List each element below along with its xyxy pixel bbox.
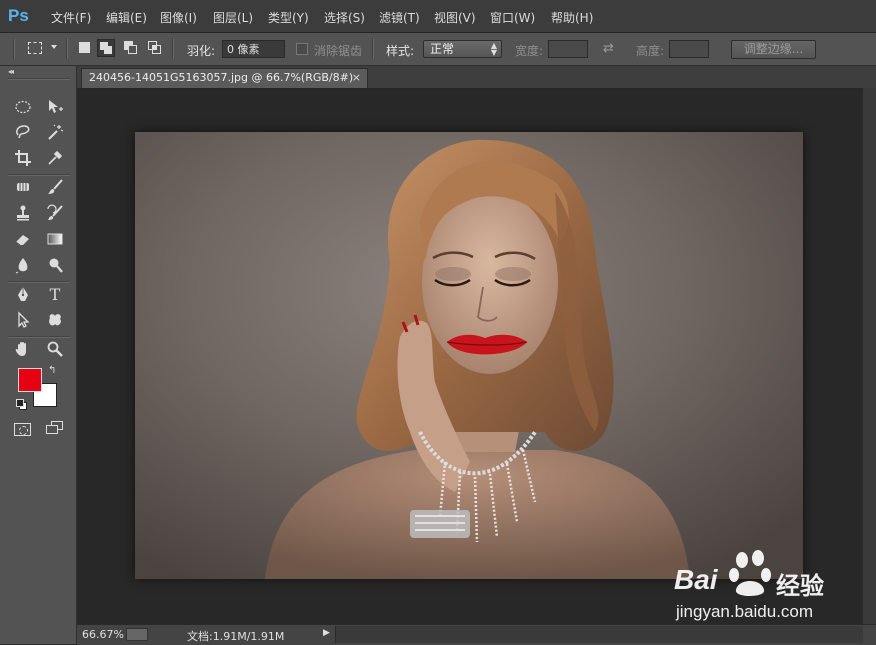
menu-filter[interactable]: 滤镜(T): [379, 9, 420, 26]
type-tool-glyph: T: [49, 284, 61, 304]
preset-dropdown-icon[interactable]: [51, 45, 57, 49]
height-input[interactable]: [669, 40, 709, 58]
clone-stamp-tool-icon[interactable]: [12, 203, 34, 223]
menu-type[interactable]: 类型(Y): [268, 9, 309, 26]
menu-view[interactable]: 视图(V): [434, 9, 476, 26]
height-label: 高度:: [636, 44, 665, 58]
gradient-tool-icon[interactable]: [44, 229, 66, 249]
width-input[interactable]: [548, 40, 588, 58]
separator: [372, 39, 374, 59]
zoom-tool-icon[interactable]: [44, 339, 66, 359]
default-colors-icon[interactable]: [16, 399, 27, 410]
intersect-selection-icon[interactable]: [148, 41, 162, 55]
move-tool-icon[interactable]: [44, 97, 66, 117]
watermark-brand: Bai: [674, 564, 718, 595]
feather-label: 羽化:: [187, 44, 216, 58]
collapse-panel-icon[interactable]: ◂◂: [8, 67, 14, 76]
elliptical-marquee-tool-icon[interactable]: [12, 97, 34, 117]
blur-tool-icon[interactable]: [12, 255, 34, 275]
photoshop-logo: Ps: [8, 6, 29, 25]
vertical-scrollbar[interactable]: [862, 88, 876, 624]
menu-window[interactable]: 窗口(W): [490, 9, 535, 26]
document-tab-title: 240456-14051G5163057.jpg @ 66.7%(RGB/8#): [89, 71, 354, 84]
feather-input[interactable]: 0 像素: [222, 40, 285, 58]
refine-edge-button[interactable]: 调整边缘...: [731, 40, 816, 59]
antialias-checkbox[interactable]: [296, 43, 308, 55]
separator: [8, 174, 70, 176]
menu-select[interactable]: 选择(S): [324, 9, 365, 26]
swap-width-height-icon[interactable]: ⇄: [603, 41, 614, 56]
options-bar: 羽化: 0 像素 消除锯齿 样式: 正常 ▲ ▼ 宽度: ⇄ 高度: 调整边缘..…: [0, 33, 876, 66]
menu-bar: Ps 文件(F) 编辑(E) 图像(I) 图层(L) 类型(Y) 选择(S) 滤…: [0, 0, 876, 33]
separator: [8, 78, 70, 80]
subtract-from-selection-icon[interactable]: [124, 41, 138, 55]
options-grip: [13, 39, 15, 59]
spot-healing-brush-tool-icon[interactable]: [12, 177, 34, 197]
document-tab[interactable]: 240456-14051G5163057.jpg @ 66.7%(RGB/8#)…: [81, 68, 368, 88]
hand-tool-icon[interactable]: [12, 339, 34, 359]
document-tab-strip: 240456-14051G5163057.jpg @ 66.7%(RGB/8#)…: [77, 66, 876, 89]
separator: [172, 39, 174, 59]
dodge-tool-icon[interactable]: [44, 255, 66, 275]
portrait-photo: [135, 132, 803, 579]
eraser-tool-icon[interactable]: [12, 229, 34, 249]
quick-mask-icon[interactable]: [14, 423, 31, 436]
brush-tool-icon[interactable]: [44, 177, 66, 197]
menu-edit[interactable]: 编辑(E): [106, 9, 147, 26]
baidu-jingyan-watermark: Bai 经验 jingyan.baidu.com: [672, 548, 872, 628]
path-selection-tool-icon[interactable]: [12, 310, 34, 330]
zoom-level[interactable]: 66.67%: [82, 628, 124, 641]
menu-image[interactable]: 图像(I): [160, 9, 197, 26]
status-info-icon[interactable]: [126, 628, 148, 641]
history-brush-tool-icon[interactable]: [44, 203, 66, 223]
eyedropper-tool-icon[interactable]: [44, 148, 66, 168]
style-select-value: 正常: [430, 42, 455, 56]
swap-colors-icon[interactable]: ↰: [48, 365, 56, 376]
menu-file[interactable]: 文件(F): [51, 9, 91, 26]
select-arrows-icon: ▲ ▼: [490, 41, 497, 57]
magic-wand-tool-icon[interactable]: [44, 122, 66, 142]
style-select[interactable]: 正常 ▲ ▼: [423, 40, 502, 58]
pen-tool-icon[interactable]: [12, 284, 34, 304]
antialias-label: 消除锯齿: [314, 44, 363, 58]
custom-shape-tool-icon[interactable]: [44, 310, 66, 330]
close-tab-icon[interactable]: ×: [352, 69, 361, 87]
lasso-tool-icon[interactable]: [12, 122, 34, 142]
marquee-tool-preset-icon[interactable]: [28, 42, 42, 54]
tools-panel: ◂◂ T ↰: [0, 66, 77, 644]
separator: [8, 281, 70, 283]
crop-tool-icon[interactable]: [12, 148, 34, 168]
type-tool-icon[interactable]: T: [44, 284, 66, 304]
style-label: 样式:: [386, 44, 415, 58]
screen-mode-icon[interactable]: [46, 421, 64, 437]
width-label: 宽度:: [515, 44, 544, 58]
document-size-info: 文档:1.91M/1.91M: [187, 630, 285, 643]
separator: [66, 39, 68, 59]
status-menu-arrow-icon[interactable]: ▶: [323, 628, 330, 638]
new-selection-icon[interactable]: [79, 42, 90, 53]
image-canvas[interactable]: [135, 132, 803, 579]
watermark-url: jingyan.baidu.com: [676, 602, 814, 621]
horizontal-scrollbar[interactable]: [335, 626, 863, 643]
watermark-brand-suffix: 经验: [776, 572, 824, 600]
menu-layer[interactable]: 图层(L): [213, 9, 253, 26]
add-to-selection-icon[interactable]: [97, 39, 115, 57]
separator: [8, 336, 70, 338]
menu-help[interactable]: 帮助(H): [551, 9, 593, 26]
foreground-color-swatch[interactable]: [18, 368, 42, 392]
